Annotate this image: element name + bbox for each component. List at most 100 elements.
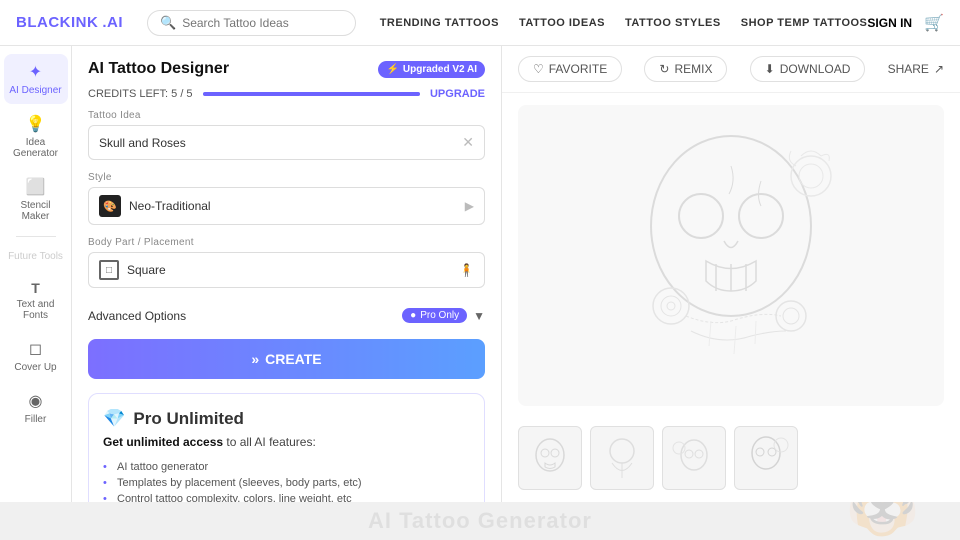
pro-card-title: Pro Unlimited	[133, 409, 244, 429]
designer-header: AI Tattoo Designer ⚡ Upgraded V2 AI	[72, 46, 501, 88]
create-label: CREATE	[265, 351, 322, 367]
sub-nav-links: TRENDING TATTOOS TATTOO IDEAS TATTOO STY…	[380, 17, 868, 29]
pro-gem-icon: 💎	[103, 408, 125, 429]
thumbnail-3[interactable]	[662, 426, 726, 490]
credits-value: 5 / 5	[171, 88, 192, 100]
nav-ideas[interactable]: TATTOO IDEAS	[519, 17, 605, 29]
tattoo-idea-label: Tattoo Idea	[88, 110, 485, 121]
pro-feature-3: Control tattoo complexity, colors, line …	[103, 491, 470, 502]
nav-right: SIGN IN 🛒	[867, 13, 944, 33]
search-icon: 🔍	[160, 15, 176, 31]
right-panel: ♡ FAVORITE ↻ REMIX ⬇ DOWNLOAD SHARE ↗	[502, 46, 960, 502]
credits-fill	[203, 92, 420, 96]
banner-tattoo-decoration: 🐯	[845, 502, 920, 540]
pro-only-badge: ● Pro Only	[402, 308, 467, 323]
sign-in-button[interactable]: SIGN IN	[867, 16, 912, 30]
sidebar: ✦ AI Designer 💡 Idea Generator ⬜ Stencil…	[0, 46, 72, 502]
share-icon: ↗	[934, 62, 944, 76]
advanced-options-row[interactable]: Advanced Options ● Pro Only ▼	[72, 300, 501, 331]
advanced-chevron-icon: ▼	[473, 309, 485, 323]
remix-label: REMIX	[674, 62, 712, 76]
bottom-banner: AI Tattoo Generator 🐯	[0, 502, 960, 540]
create-button[interactable]: » CREATE	[88, 339, 485, 379]
body-square-icon: □	[99, 260, 119, 280]
tattoo-idea-input[interactable]	[99, 136, 462, 150]
sidebar-label-stencil-maker: Stencil Maker	[8, 200, 64, 222]
thumbnail-1[interactable]	[518, 426, 582, 490]
sidebar-item-stencil-maker[interactable]: ⬜ Stencil Maker	[4, 169, 68, 230]
thumbnail-2[interactable]	[590, 426, 654, 490]
upgraded-text: Upgraded V2 AI	[403, 64, 477, 75]
logo-text: BLACKINK	[16, 14, 98, 31]
center-panel: AI Tattoo Designer ⚡ Upgraded V2 AI CRED…	[72, 46, 502, 502]
sidebar-label-filler: Filler	[25, 414, 47, 425]
share-label: SHARE	[888, 62, 929, 76]
advanced-options-label: Advanced Options	[88, 309, 186, 323]
credits-bar: CREDITS LEFT: 5 / 5 UPGRADE	[72, 88, 501, 110]
pro-only-text: Pro Only	[420, 310, 459, 321]
nav-trending[interactable]: TRENDING TATTOOS	[380, 17, 499, 29]
main-layout: ✦ AI Designer 💡 Idea Generator ⬜ Stencil…	[0, 46, 960, 502]
designer-title: AI Tattoo Designer	[88, 60, 229, 78]
thumbnails	[502, 418, 960, 502]
sidebar-item-filler[interactable]: ◉ Filler	[4, 383, 68, 433]
remix-button[interactable]: ↻ REMIX	[644, 56, 727, 82]
style-chevron-icon: ▶	[465, 199, 474, 213]
lightning-icon: ⚡	[386, 64, 398, 75]
sidebar-item-ai-designer[interactable]: ✦ AI Designer	[4, 54, 68, 104]
banner-text: AI Tattoo Generator	[368, 508, 592, 534]
search-input[interactable]	[182, 16, 343, 30]
sidebar-divider	[16, 236, 56, 237]
cover-up-icon: ◻	[29, 339, 42, 359]
sidebar-label-future-tools: Future Tools	[8, 251, 63, 262]
tattoo-idea-field[interactable]: ✕	[88, 125, 485, 160]
logo[interactable]: BLACKINK.AI	[16, 14, 123, 31]
credits-track	[203, 92, 420, 96]
search-bar[interactable]: 🔍	[147, 10, 356, 36]
download-icon: ⬇	[765, 62, 775, 76]
body-label: Body Part / Placement	[88, 237, 485, 248]
pro-subtitle-suffix: to all AI features:	[226, 435, 315, 449]
upgraded-badge: ⚡ Upgraded V2 AI	[378, 61, 485, 78]
pro-card-header: 💎 Pro Unlimited	[103, 408, 470, 429]
dot-icon: ●	[410, 310, 416, 321]
sidebar-item-text-fonts[interactable]: T Text and Fonts	[4, 272, 68, 329]
style-field[interactable]: 🎨 Neo-Traditional ▶	[88, 187, 485, 225]
sidebar-item-cover-up[interactable]: ◻ Cover Up	[4, 331, 68, 381]
logo-ai: .AI	[102, 14, 123, 31]
image-actions: ♡ FAVORITE ↻ REMIX ⬇ DOWNLOAD SHARE ↗	[502, 46, 960, 93]
create-icon: »	[251, 351, 259, 367]
sidebar-item-idea-generator[interactable]: 💡 Idea Generator	[4, 106, 68, 167]
clear-icon[interactable]: ✕	[462, 134, 474, 151]
body-person-icon: 🧍	[459, 263, 474, 277]
nav-shop[interactable]: SHOP TEMP TATTOOS	[741, 17, 868, 29]
nav-styles[interactable]: TATTOO STYLES	[625, 17, 721, 29]
sidebar-label-cover-up: Cover Up	[14, 362, 56, 373]
stencil-maker-icon: ⬜	[26, 177, 46, 197]
favorite-button[interactable]: ♡ FAVORITE	[518, 56, 622, 82]
style-label: Style	[88, 172, 485, 183]
credits-text: CREDITS LEFT: 5 / 5	[88, 88, 193, 100]
style-icon: 🎨	[99, 195, 121, 217]
body-field[interactable]: □ Square 🧍	[88, 252, 485, 288]
thumbnail-4[interactable]	[734, 426, 798, 490]
body-section: Body Part / Placement □ Square 🧍	[72, 237, 501, 300]
sidebar-label-text-fonts: Text and Fonts	[8, 299, 64, 321]
tattoo-idea-section: Tattoo Idea ✕	[72, 110, 501, 172]
sidebar-label-idea-generator: Idea Generator	[8, 137, 64, 159]
pro-feature-2: Templates by placement (sleeves, body pa…	[103, 475, 470, 491]
upgrade-link[interactable]: UPGRADE	[430, 88, 485, 100]
top-nav: BLACKINK.AI 🔍 TRENDING TATTOOS TATTOO ID…	[0, 0, 960, 46]
style-value: Neo-Traditional	[129, 199, 211, 213]
cart-icon[interactable]: 🛒	[924, 13, 944, 33]
style-section: Style 🎨 Neo-Traditional ▶	[72, 172, 501, 237]
share-button[interactable]: SHARE ↗	[888, 62, 944, 76]
sidebar-item-future-tools: Future Tools	[4, 243, 68, 270]
ai-designer-icon: ✦	[29, 62, 42, 82]
pro-card-subtitle: Get unlimited access to all AI features:	[103, 435, 470, 449]
download-label: DOWNLOAD	[780, 62, 851, 76]
pro-feature-1: AI tattoo generator	[103, 459, 470, 475]
filler-icon: ◉	[29, 391, 43, 411]
pro-subtitle-prefix: Get unlimited access	[103, 435, 223, 449]
download-button[interactable]: ⬇ DOWNLOAD	[750, 56, 866, 82]
